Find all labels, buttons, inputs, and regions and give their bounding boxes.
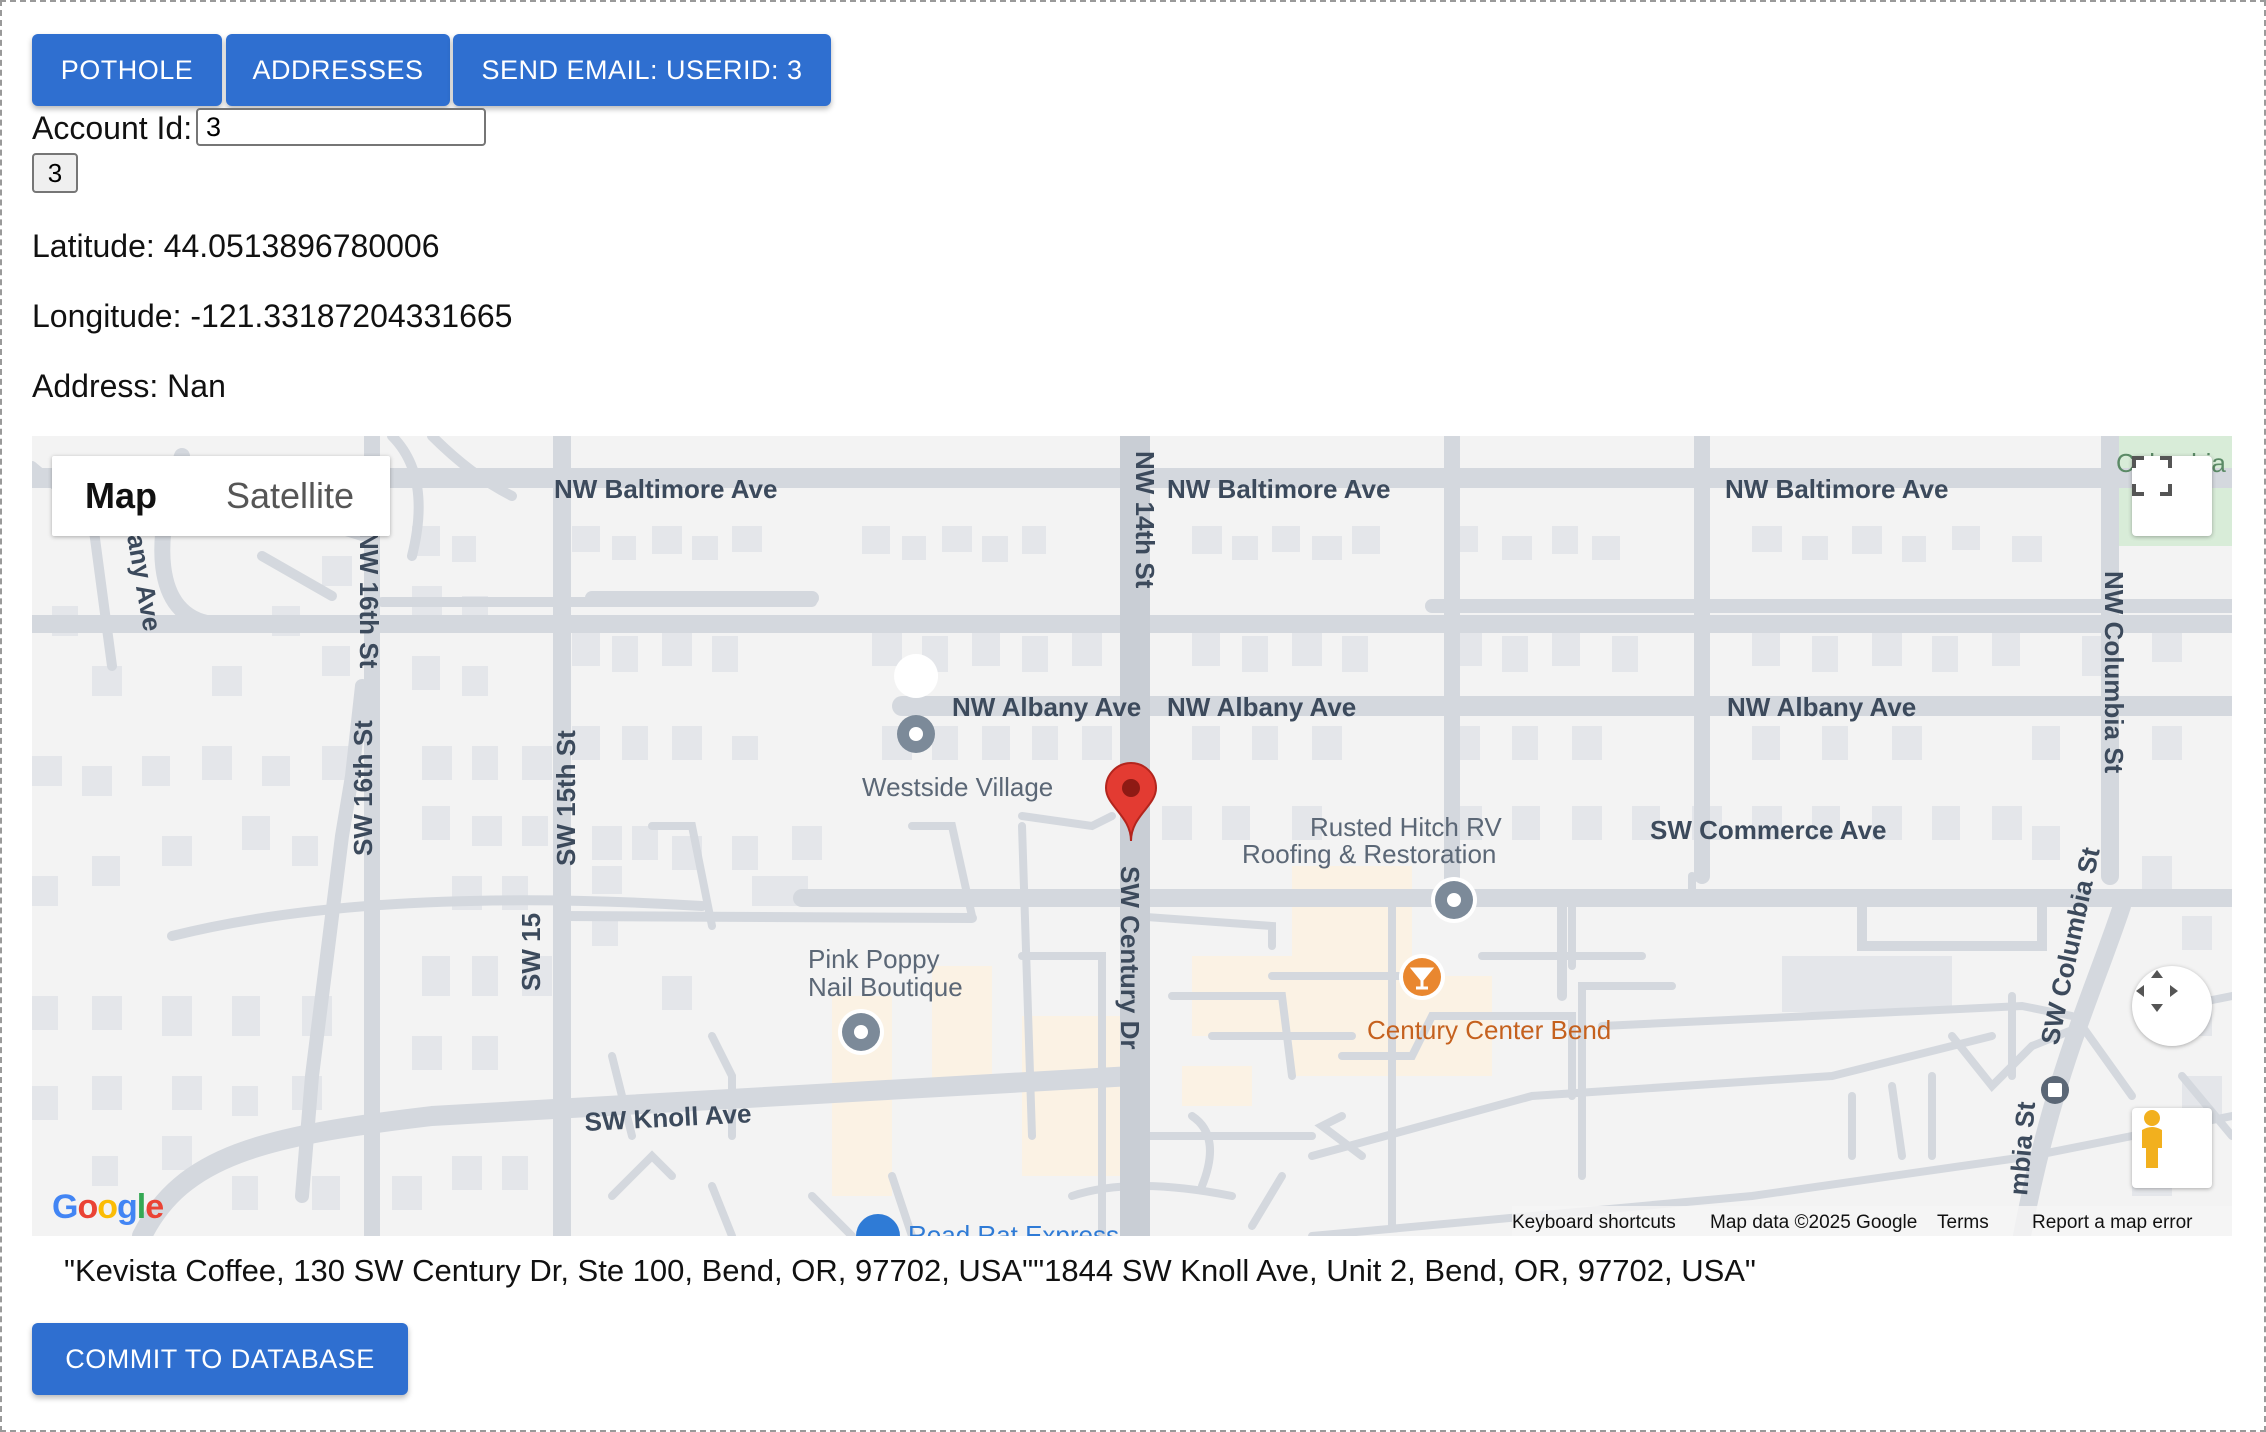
road-label: SW 15 — [516, 913, 546, 991]
keyboard-shortcuts-link[interactable]: Keyboard shortcuts — [1512, 1212, 1676, 1234]
pothole-button[interactable]: POTHOLE — [32, 34, 222, 106]
road-label: SW 15th St — [551, 730, 581, 866]
account-submit-button[interactable]: 3 — [32, 153, 78, 193]
road-label: NW Albany Ave — [952, 692, 1141, 722]
poi-label: Roofing & Restoration — [1242, 839, 1496, 869]
map-canvas: NW Baltimore Ave NW Baltimore Ave NW Bal… — [32, 436, 2232, 1236]
road-label: SW Century Dr — [1115, 866, 1145, 1049]
road-label: NW Baltimore Ave — [1167, 474, 1390, 504]
map-view[interactable]: NW Baltimore Ave NW Baltimore Ave NW Bal… — [32, 436, 2232, 1236]
poi-label: Road Rat Express — [908, 1220, 1119, 1236]
google-logo: Google — [52, 1188, 164, 1226]
account-id-label: Account Id: — [32, 110, 193, 146]
latitude-text: Latitude: 44.0513896780006 — [32, 228, 440, 264]
road-label: NW Albany Ave — [1727, 692, 1916, 722]
pegman-icon — [2142, 1110, 2162, 1168]
poi-label: Century Center Bend — [1367, 1015, 1611, 1045]
road-label: NW Albany Ave — [1167, 692, 1356, 722]
road-label: SW 16th St — [348, 720, 378, 856]
road-label: NW Columbia St — [2099, 571, 2129, 774]
cocktail-icon — [1399, 954, 1445, 1000]
poi-label: Westside Village — [862, 772, 1053, 802]
addresses-button[interactable]: ADDRESSES — [226, 34, 450, 106]
road-label: NW Baltimore Ave — [554, 474, 777, 504]
poi-label: Rusted Hitch RV — [1310, 812, 1502, 842]
bus-stop-icon — [2041, 1076, 2069, 1104]
fullscreen-icon — [2132, 456, 2172, 496]
poi-pin-icon — [1431, 877, 1477, 923]
road-label: SW Commerce Ave — [1650, 815, 1887, 845]
street-view-button[interactable] — [2132, 1108, 2212, 1188]
camera-control-button[interactable] — [2132, 966, 2212, 1046]
poi-label: Nail Boutique — [808, 972, 963, 1002]
address-text: Address: Nan — [32, 368, 226, 404]
send-email-button[interactable]: SEND EMAIL: USERID: 3 — [453, 34, 831, 106]
longitude-text: Longitude: -121.33187204331665 — [32, 298, 513, 334]
map-type-control: Map Satellite — [52, 456, 390, 536]
pan-arrows-icon — [2136, 970, 2178, 1012]
account-id-input[interactable] — [196, 108, 486, 146]
road-label: NW 16th St — [354, 531, 384, 669]
map-type-satellite-button[interactable]: Satellite — [190, 456, 390, 536]
poi-pin-icon — [838, 1009, 884, 1055]
road-label: NW Baltimore Ave — [1725, 474, 1948, 504]
report-map-error-link[interactable]: Report a map error — [2032, 1212, 2193, 1234]
map-type-map-button[interactable]: Map — [52, 456, 190, 536]
terms-link[interactable]: Terms — [1937, 1212, 1989, 1234]
map-footer: Keyboard shortcuts Map data ©2025 Google… — [1512, 1206, 2232, 1236]
road-label: NW 14th St — [1130, 451, 1160, 589]
poi-label: Pink Poppy — [808, 944, 940, 974]
addresses-list-text: "Kevista Coffee, 130 SW Century Dr, Ste … — [64, 1253, 1756, 1288]
map-data-text: Map data ©2025 Google — [1710, 1212, 1918, 1233]
fullscreen-button[interactable] — [2132, 456, 2212, 536]
commit-to-database-button[interactable]: COMMIT TO DATABASE — [32, 1323, 408, 1395]
